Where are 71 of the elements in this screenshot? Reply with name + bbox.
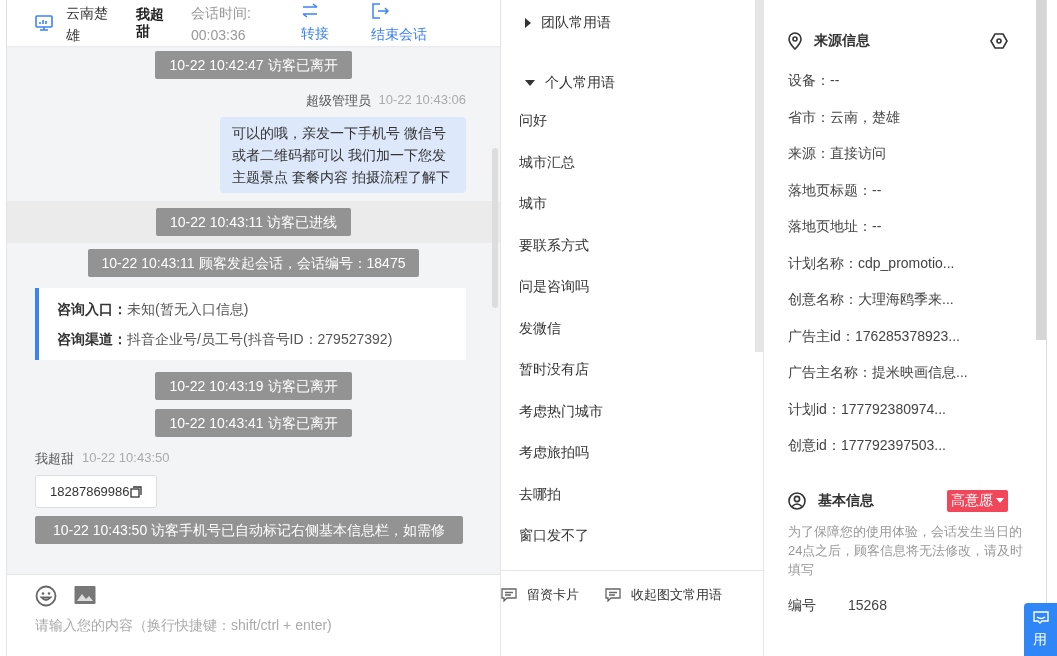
session-time-label: 会话时间: bbox=[191, 4, 252, 23]
info-label: 咨询入口： bbox=[57, 300, 127, 319]
message-icon bbox=[605, 588, 621, 602]
source-field: 省市：云南，楚雄 bbox=[788, 98, 1046, 135]
monitor-icon bbox=[35, 15, 53, 31]
source-field: 计划名称：cdp_promotio... bbox=[788, 244, 1046, 281]
scrollbar[interactable] bbox=[755, 0, 763, 352]
field-value: 15268 bbox=[848, 596, 887, 615]
source-field: 创意id：177792397503... bbox=[788, 427, 1046, 464]
message-bubble: 可以的哦，亲发一下手机号 微信号或者二维码都可以 我们加一下您发主题景点 套餐内容 拍摄流程了解下 bbox=[220, 117, 466, 193]
system-notice: 10-22 10:43:50 访客手机号已自动标记右侧基本信息栏，如需修 bbox=[35, 516, 464, 544]
phrase-item[interactable]: 问是咨询吗 bbox=[519, 272, 745, 314]
scrollbar[interactable] bbox=[1036, 0, 1046, 340]
phone-number: 18287869986 bbox=[50, 484, 130, 499]
visitor-location: 云南楚雄 bbox=[66, 4, 109, 45]
phrase-item[interactable]: 问好 bbox=[519, 106, 745, 148]
source-field: 设备：-- bbox=[788, 62, 1046, 99]
system-notice: 10-22 10:42:47 访客已离开 bbox=[155, 51, 352, 79]
transfer-button[interactable]: 转接 bbox=[301, 3, 329, 43]
phrase-item[interactable]: 窗口发不了 bbox=[519, 521, 745, 563]
floating-help-button[interactable]: 用 bbox=[1024, 603, 1057, 656]
copy-icon[interactable] bbox=[129, 485, 142, 498]
swap-arrows-icon bbox=[301, 3, 319, 19]
section-title: 来源信息 bbox=[814, 32, 871, 50]
info-label: 咨询渠道： bbox=[57, 330, 127, 349]
notice-text: 为了保障您的使用体验，会话发生当日的24点之后，顾客信息将无法修改，请及时填写 bbox=[788, 522, 1024, 579]
scrollbar[interactable] bbox=[492, 148, 498, 308]
phrase-group[interactable]: 团队常用语 bbox=[519, 0, 745, 46]
settings-icon[interactable] bbox=[990, 33, 1008, 49]
sender-name: 我超甜 bbox=[35, 450, 74, 468]
phrase-item[interactable]: 考虑旅拍吗 bbox=[519, 438, 745, 480]
lead-card-button[interactable]: 留资卡片 bbox=[501, 586, 579, 604]
source-field: 广告主id：176285378923... bbox=[788, 317, 1046, 354]
source-field: 来源：直接访问 bbox=[788, 135, 1046, 172]
phrase-group[interactable]: 个人常用语 bbox=[519, 60, 745, 106]
end-session-button[interactable]: 结束会话 bbox=[371, 2, 427, 44]
info-value: 未知(暂无入口信息) bbox=[127, 300, 249, 319]
user-icon bbox=[788, 491, 806, 510]
phrase-item[interactable]: 发微信 bbox=[519, 313, 745, 355]
message-time: 10-22 10:43:06 bbox=[378, 92, 466, 109]
image-icon[interactable] bbox=[74, 585, 96, 605]
message-icon bbox=[501, 588, 517, 602]
source-field: 落地页标题：-- bbox=[788, 171, 1046, 208]
sender-name: 超级管理员 bbox=[305, 92, 371, 110]
section-title: 基本信息 bbox=[818, 491, 875, 510]
collapse-phrases-button[interactable]: 收起图文常用语 bbox=[605, 586, 722, 604]
system-notice: 10-22 10:43:11 访客已进线 bbox=[155, 208, 351, 236]
message-time: 10-22 10:43:50 bbox=[82, 450, 170, 467]
info-value: 抖音企业号/员工号(抖音号ID：279527392) bbox=[127, 330, 393, 349]
phrase-item[interactable]: 城市汇总 bbox=[519, 147, 745, 189]
system-notice: 10-22 10:43:41 访客已离开 bbox=[155, 409, 352, 437]
session-time: 00:03:36 bbox=[191, 26, 247, 45]
phrase-item[interactable]: 考虑热门城市 bbox=[519, 396, 745, 438]
phrase-item[interactable]: 暂时没有店 bbox=[519, 355, 745, 397]
system-notice: 10-22 10:43:19 访客已离开 bbox=[155, 372, 352, 400]
location-pin-icon bbox=[788, 32, 802, 50]
visitor-name: 我超甜 bbox=[136, 6, 165, 40]
message-input[interactable]: 请输入您的内容（换行快捷键：shift/ctrl + enter) bbox=[35, 617, 472, 633]
source-field: 创意名称：大理海鸥季来... bbox=[788, 281, 1046, 318]
phrase-item[interactable]: 城市 bbox=[519, 189, 745, 231]
field-label: 编号 bbox=[788, 596, 817, 615]
exit-icon bbox=[371, 2, 389, 20]
phrase-item[interactable]: 去哪拍 bbox=[519, 479, 745, 521]
phrase-item[interactable]: 要联系方式 bbox=[519, 230, 745, 272]
message-icon bbox=[1033, 611, 1049, 625]
source-field: 落地页地址：-- bbox=[788, 208, 1046, 245]
system-notice: 10-22 10:43:11 顾客发起会话，会话编号：18475 bbox=[87, 249, 420, 277]
intent-tag[interactable]: 高意愿 bbox=[947, 489, 1008, 512]
source-field: 计划id：177792380974... bbox=[788, 390, 1046, 427]
emoji-icon[interactable] bbox=[35, 585, 57, 607]
source-field: 广告主名称：提米映画信息... bbox=[788, 354, 1046, 391]
